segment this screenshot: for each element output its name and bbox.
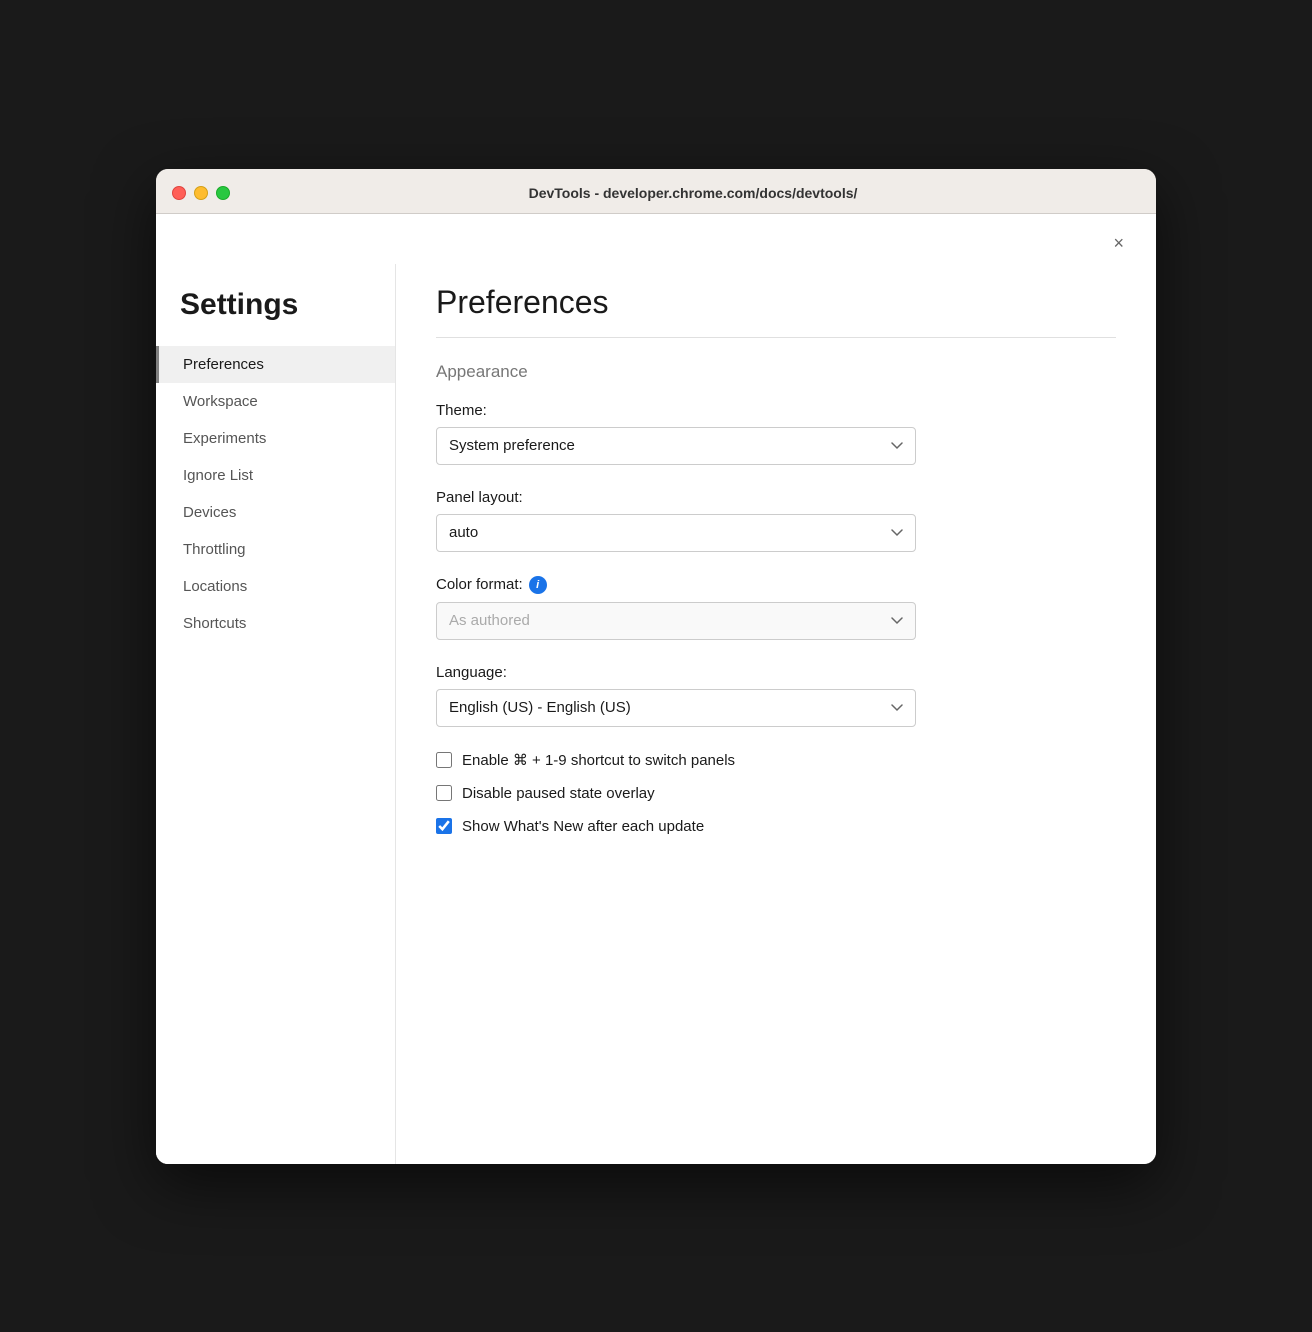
color-format-select[interactable]: As authored HEX RGB HSL — [436, 602, 916, 640]
sidebar-item-shortcuts[interactable]: Shortcuts — [156, 605, 395, 642]
sidebar: Settings Preferences Workspace Experimen… — [156, 264, 396, 1164]
titlebar-text: DevTools - developer.chrome.com/docs/dev… — [246, 185, 1140, 201]
show-whats-new-label[interactable]: Show What's New after each update — [462, 818, 704, 835]
settings-modal: × Settings Preferences Workspace Experim… — [156, 214, 1156, 1164]
content-title: Preferences — [436, 264, 1116, 338]
content-panel: Preferences Appearance Theme: System pre… — [396, 264, 1156, 1164]
color-format-group: Color format: i As authored HEX RGB HSL — [436, 576, 1116, 640]
sidebar-item-experiments[interactable]: Experiments — [156, 420, 395, 457]
theme-select[interactable]: System preference Light Dark — [436, 427, 916, 465]
traffic-lights — [172, 186, 230, 200]
sidebar-item-locations[interactable]: Locations — [156, 568, 395, 605]
color-format-label-row: Color format: i — [436, 576, 1116, 594]
color-format-info-icon[interactable]: i — [529, 576, 547, 594]
appearance-section-heading: Appearance — [436, 362, 1116, 382]
panel-layout-label: Panel layout: — [436, 489, 1116, 506]
titlebar: DevTools - developer.chrome.com/docs/dev… — [156, 169, 1156, 214]
theme-group: Theme: System preference Light Dark — [436, 402, 1116, 465]
browser-window: DevTools - developer.chrome.com/docs/dev… — [156, 169, 1156, 1164]
panel-layout-group: Panel layout: auto horizontal vertical — [436, 489, 1116, 552]
language-group: Language: English (US) - English (US) De… — [436, 664, 1116, 727]
show-whats-new-checkbox[interactable] — [436, 818, 452, 834]
enable-cmd-shortcut-label[interactable]: Enable ⌘ + 1-9 shortcut to switch panels — [462, 751, 735, 769]
language-select[interactable]: English (US) - English (US) Deutsch - Ge… — [436, 689, 916, 727]
panel-layout-select[interactable]: auto horizontal vertical — [436, 514, 916, 552]
sidebar-item-throttling[interactable]: Throttling — [156, 531, 395, 568]
sidebar-item-workspace[interactable]: Workspace — [156, 383, 395, 420]
modal-close-button[interactable]: × — [1105, 230, 1132, 256]
enable-cmd-shortcut-group: Enable ⌘ + 1-9 shortcut to switch panels — [436, 751, 1116, 769]
sidebar-item-ignore-list[interactable]: Ignore List — [156, 457, 395, 494]
sidebar-item-preferences[interactable]: Preferences — [156, 346, 395, 383]
theme-label: Theme: — [436, 402, 1116, 419]
modal-header: × — [156, 214, 1156, 264]
show-whats-new-group: Show What's New after each update — [436, 818, 1116, 835]
disable-paused-overlay-label[interactable]: Disable paused state overlay — [462, 785, 655, 802]
modal-body: Settings Preferences Workspace Experimen… — [156, 264, 1156, 1164]
disable-paused-overlay-group: Disable paused state overlay — [436, 785, 1116, 802]
minimize-traffic-light[interactable] — [194, 186, 208, 200]
enable-cmd-shortcut-checkbox[interactable] — [436, 752, 452, 768]
maximize-traffic-light[interactable] — [216, 186, 230, 200]
close-traffic-light[interactable] — [172, 186, 186, 200]
sidebar-item-devices[interactable]: Devices — [156, 494, 395, 531]
disable-paused-overlay-checkbox[interactable] — [436, 785, 452, 801]
color-format-label: Color format: — [436, 576, 523, 593]
language-label: Language: — [436, 664, 1116, 681]
settings-heading: Settings — [156, 280, 395, 346]
